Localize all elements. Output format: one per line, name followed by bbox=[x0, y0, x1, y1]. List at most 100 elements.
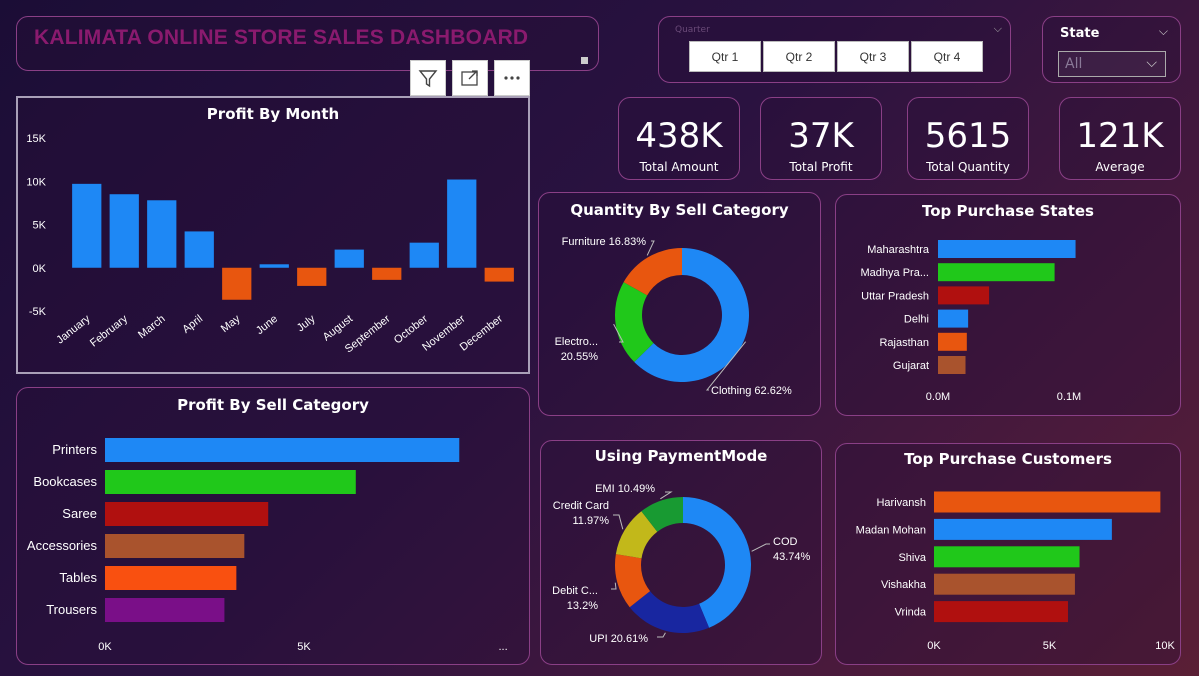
quarter-button-q4[interactable]: Qtr 4 bbox=[911, 41, 983, 72]
quantity-by-sell-category-visual[interactable]: Quantity By Sell Category Clothing 62.62… bbox=[538, 192, 821, 416]
data-label: 20.55% bbox=[561, 351, 599, 363]
bar bbox=[109, 194, 139, 268]
x-tick-label: February bbox=[88, 313, 130, 350]
x-tick-label: May bbox=[219, 313, 243, 336]
category-label: Shiva bbox=[898, 552, 926, 564]
kpi-value: 5615 bbox=[924, 116, 1012, 156]
bar bbox=[184, 231, 214, 268]
top-purchase-states-chart: Maharashtra Madhya Pra... Uttar Pradesh Del… bbox=[861, 240, 1081, 403]
profit-by-sell-category-visual[interactable]: Profit By Sell Category Printers Bookcase… bbox=[16, 387, 530, 665]
dropdown-arrow-icon: ⌵ bbox=[1146, 55, 1157, 71]
state-slicer-label: State bbox=[1060, 26, 1100, 41]
kpi-card-total-quantity: 5615 Total Quantity bbox=[907, 97, 1029, 180]
payment-mode-visual[interactable]: Using PaymentMode COD 43.74% UPI 20.61% Deb… bbox=[540, 440, 822, 665]
bar bbox=[938, 309, 969, 328]
data-label: Electro... bbox=[555, 336, 598, 348]
chevron-down-icon[interactable]: ⌵ bbox=[1159, 24, 1168, 39]
bar bbox=[938, 332, 967, 351]
bar bbox=[72, 183, 102, 268]
top-purchase-states-visual[interactable]: Top Purchase States Maharashtra Madhya Pr… bbox=[835, 194, 1181, 416]
data-label: Debit C... bbox=[552, 585, 598, 597]
dashboard-title: KALIMATA ONLINE STORE SALES DASHBOARD bbox=[34, 26, 529, 49]
category-label: Vrinda bbox=[895, 607, 927, 619]
bar bbox=[938, 286, 990, 305]
category-label: Madhya Pra... bbox=[861, 267, 929, 279]
y-tick-label: 15K bbox=[26, 133, 46, 145]
bar bbox=[259, 264, 289, 268]
y-tick-label: -5K bbox=[29, 306, 47, 318]
kpi-label: Total Quantity bbox=[926, 160, 1010, 174]
resize-handle-icon[interactable] bbox=[581, 57, 588, 64]
x-tick-label: December bbox=[458, 313, 506, 354]
bar bbox=[938, 356, 966, 374]
category-label: Trousers bbox=[46, 602, 97, 617]
bar bbox=[105, 566, 237, 590]
quarter-button-q3[interactable]: Qtr 3 bbox=[837, 41, 909, 72]
bar bbox=[934, 601, 1068, 623]
category-label: Tables bbox=[59, 570, 97, 585]
category-label: Maharashtra bbox=[867, 244, 930, 256]
state-dropdown[interactable]: All ⌵ bbox=[1058, 51, 1166, 77]
bar bbox=[484, 267, 514, 282]
x-tick-label: 0.0M bbox=[926, 391, 950, 403]
x-tick-label: June bbox=[254, 313, 280, 337]
leader-line bbox=[613, 514, 624, 530]
quarter-slicer: Quarter ⌵ Qtr 1 Qtr 2 Qtr 3 Qtr 4 bbox=[658, 16, 1011, 83]
bar bbox=[934, 491, 1161, 513]
category-label: Bookcases bbox=[33, 474, 97, 489]
leader-line bbox=[657, 632, 666, 638]
bar bbox=[447, 179, 477, 268]
x-tick-label: January bbox=[54, 313, 93, 347]
y-tick-label: 5K bbox=[33, 220, 47, 232]
bar bbox=[934, 518, 1112, 540]
x-tick-label: 5K bbox=[1043, 640, 1057, 652]
quarter-button-q1[interactable]: Qtr 1 bbox=[689, 41, 761, 72]
data-label: 43.74% bbox=[773, 551, 811, 563]
focus-mode-icon[interactable] bbox=[452, 60, 488, 96]
state-slicer: State ⌵ All ⌵ bbox=[1042, 16, 1181, 83]
bar bbox=[222, 267, 252, 300]
category-label: Madan Mohan bbox=[856, 524, 926, 536]
x-tick-label: March bbox=[136, 313, 167, 341]
top-purchase-customers-visual[interactable]: Top Purchase Customers Harivansh Madan Mo… bbox=[835, 443, 1181, 665]
x-tick-label: April bbox=[180, 313, 205, 336]
leader-line bbox=[660, 491, 673, 500]
bar bbox=[297, 267, 327, 286]
data-label: 11.97% bbox=[573, 515, 610, 527]
bar bbox=[409, 242, 439, 268]
category-label: Saree bbox=[62, 506, 97, 521]
bar bbox=[934, 573, 1075, 595]
kpi-value: 37K bbox=[788, 116, 854, 156]
bar bbox=[334, 249, 364, 268]
top-purchase-customers-chart: Harivansh Madan Mohan Shiva Vishakha Vrinda 0… bbox=[856, 491, 1175, 652]
category-label: Harivansh bbox=[876, 497, 926, 509]
y-tick-label: 10K bbox=[26, 176, 46, 188]
data-label: Clothing 62.62% bbox=[711, 385, 792, 397]
data-label: Furniture 16.83% bbox=[562, 236, 647, 248]
kpi-value: 121K bbox=[1076, 116, 1164, 156]
bar bbox=[105, 502, 269, 526]
chevron-down-icon[interactable]: ⌵ bbox=[994, 22, 1002, 36]
data-label: EMI 10.49% bbox=[595, 483, 655, 495]
category-label: Printers bbox=[52, 442, 97, 457]
kpi-card-total-profit: 37K Total Profit bbox=[760, 97, 882, 180]
more-options-icon[interactable] bbox=[494, 60, 530, 96]
quarter-slicer-label: Quarter bbox=[675, 25, 710, 35]
data-label: UPI 20.61% bbox=[589, 633, 648, 645]
kpi-value: 438K bbox=[635, 116, 723, 156]
kpi-label: Total Amount bbox=[639, 160, 719, 174]
bar bbox=[105, 438, 460, 462]
category-label: Gujarat bbox=[893, 360, 929, 372]
quarter-button-q2[interactable]: Qtr 2 bbox=[763, 41, 835, 72]
bar bbox=[105, 470, 356, 494]
data-label: COD bbox=[773, 536, 798, 548]
payment-mode-chart: COD 43.74% UPI 20.61% Debit C... 13.2% Credit… bbox=[552, 483, 811, 645]
profit-by-sell-category-chart: Printers Bookcases Saree Accessories Tables T… bbox=[27, 438, 508, 653]
data-label: Credit Card bbox=[553, 500, 609, 512]
profit-by-month-visual[interactable]: Profit By Month -5K 0K 5K 10K 15K January Febr… bbox=[16, 96, 530, 374]
category-label: Delhi bbox=[904, 314, 929, 326]
bar bbox=[105, 534, 245, 558]
x-tick-label: 0.1M bbox=[1057, 391, 1081, 403]
leader-line bbox=[646, 240, 655, 256]
filter-icon[interactable] bbox=[410, 60, 446, 96]
